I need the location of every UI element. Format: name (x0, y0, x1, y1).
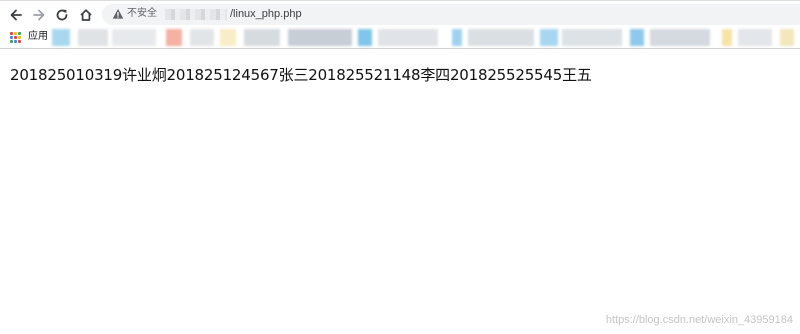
bookmark-item[interactable] (650, 29, 710, 46)
bookmark-item[interactable] (358, 29, 372, 46)
url-path-text: /linux_php.php (230, 8, 302, 20)
bookmark-item[interactable] (78, 29, 108, 46)
bookmark-item[interactable] (190, 29, 214, 46)
forward-arrow-icon (33, 9, 45, 21)
back-button[interactable] (6, 5, 26, 25)
bookmark-item[interactable] (780, 29, 794, 46)
bookmark-item[interactable] (244, 29, 280, 46)
bookmark-item[interactable] (378, 29, 438, 46)
bookmark-item[interactable] (468, 29, 534, 46)
apps-grid-icon[interactable] (10, 32, 21, 43)
home-button[interactable] (76, 5, 96, 25)
bookmark-item[interactable] (540, 29, 558, 46)
bookmark-item[interactable] (738, 29, 772, 46)
apps-shortcut-label[interactable]: 应用 (28, 30, 48, 44)
security-status-label[interactable]: 不安全 (127, 7, 157, 21)
reload-icon (56, 9, 68, 21)
warning-triangle-icon (112, 9, 124, 19)
php-output-text: 201825010319许业炯201825124567张三20182552114… (10, 66, 592, 84)
home-icon (80, 9, 92, 21)
bookmark-item[interactable] (112, 29, 156, 46)
bookmark-item[interactable] (452, 29, 462, 46)
bookmark-item[interactable] (288, 29, 352, 46)
bookmark-item[interactable] (630, 29, 644, 46)
bookmarks-bar: 应用 (0, 27, 800, 49)
back-arrow-icon (10, 9, 22, 21)
bookmark-item[interactable] (562, 29, 622, 46)
bookmark-item[interactable] (220, 29, 236, 46)
address-bar[interactable]: 不安全 /linux_php.php (102, 4, 800, 25)
forward-button[interactable] (29, 5, 49, 25)
bookmark-item[interactable] (722, 29, 732, 46)
blurred-hostname (165, 9, 227, 20)
browser-toolbar: 不安全 /linux_php.php (0, 0, 800, 28)
bookmark-item[interactable] (166, 29, 182, 46)
bookmark-item[interactable] (52, 29, 70, 46)
watermark-text: https://blog.csdn.net/weixin_43959184 (605, 314, 793, 326)
reload-button[interactable] (52, 5, 72, 25)
